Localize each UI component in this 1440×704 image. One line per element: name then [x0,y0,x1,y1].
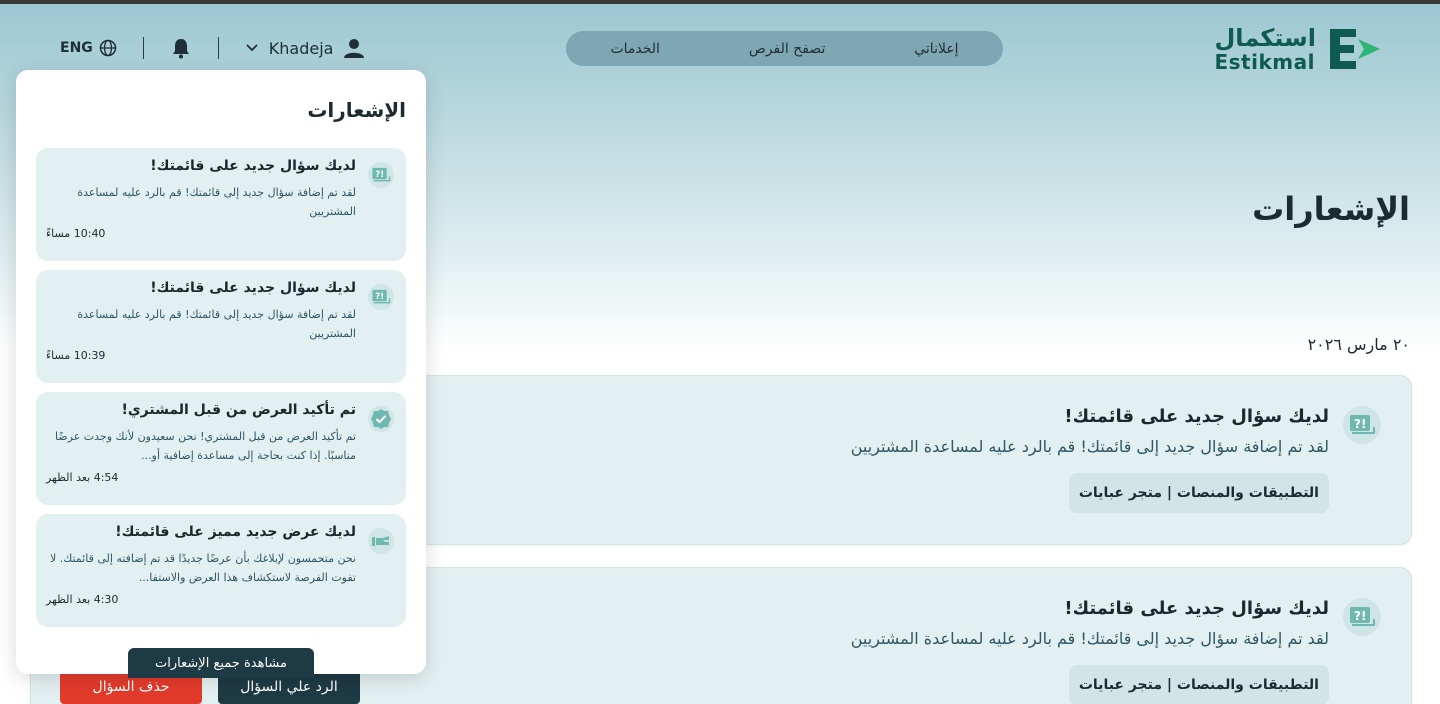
notification-item[interactable]: تم تأكيد العرض من قبل المشتري! تم تأكيد … [36,392,406,505]
logo[interactable]: استكمال Estikmal [1194,24,1384,74]
nav-my-ads[interactable]: إعلاناتي [914,41,958,57]
globe-icon [99,39,117,57]
main-nav: إعلاناتي تصفح الفرص الخدمات [566,31,1003,66]
notification-time: 10:40 مساءً [46,227,106,240]
nav-browse-opportunities[interactable]: تصفح الفرص [749,41,826,57]
panel-title: الإشعارات [307,98,406,122]
divider [217,37,219,59]
offer-icon [368,528,394,554]
date-label: ٢٠ مارس ٢٠٢٦ [1307,335,1410,354]
card-description: لقد تم إضافة سؤال جديد إلى قائمتك! قم با… [850,437,1329,456]
notification-description: لقد تم إضافة سؤال جديد إلى قائمتك! قم با… [77,308,356,340]
notification-item[interactable]: ?! لديك سؤال جديد على قائمتك! لقد تم إضا… [36,148,406,261]
card-tag: التطبيقات والمنصات | متجر عبايات [1068,665,1329,704]
window-top-border [0,0,1440,4]
card-title: لديك سؤال جديد على قائمتك! [1064,598,1329,619]
question-icon: ?! [368,284,394,310]
logo-text: استكمال Estikmal [1214,26,1316,72]
notifications-dropdown: الإشعارات ?! لديك سؤال جديد على قائمتك! … [16,70,426,678]
svg-text:?!: ?! [375,170,384,180]
language-label: ENG [60,40,93,56]
logo-english: Estikmal [1214,50,1315,74]
verified-icon [368,406,394,432]
card-tag: التطبيقات والمنصات | متجر عبايات [1068,473,1329,513]
user-area: ENG Khadeja [60,32,365,64]
divider [142,37,144,59]
notification-time: 4:54 بعد الظهر [46,471,119,484]
language-switch[interactable]: ENG [60,39,117,57]
svg-text:?!: ?! [1354,609,1366,623]
nav-services[interactable]: الخدمات [610,41,660,57]
view-all-notifications-button[interactable]: مشاهدة جميع الإشعارات [128,648,314,678]
user-icon [344,39,365,58]
page-title: الإشعارات [1252,190,1410,228]
notification-item[interactable]: لديك عرض جديد مميز على قائمتك! نحن متحمس… [36,514,406,627]
notification-item[interactable]: ?! لديك سؤال جديد على قائمتك! لقد تم إضا… [36,270,406,383]
notification-time: 10:39 مساءً [46,349,106,362]
notification-title: تم تأكيد العرض من قبل المشتري! [121,402,356,418]
notification-title: لديك سؤال جديد على قائمتك! [150,280,356,296]
user-menu[interactable]: Khadeja [245,37,366,59]
user-name: Khadeja [268,38,334,58]
notification-time: 4:30 بعد الظهر [46,593,119,606]
card-title: لديك سؤال جديد على قائمتك! [1064,406,1329,427]
svg-text:?!: ?! [1354,417,1366,431]
card-description: لقد تم إضافة سؤال جديد إلى قائمتك! قم با… [850,629,1329,648]
notification-description: لقد تم إضافة سؤال جديد إلى قائمتك! قم با… [77,186,356,218]
question-icon: ?! [1343,406,1381,444]
notification-description: تم تأكيد العرض من قبل المشتري! نحن سعيدو… [54,430,356,462]
logo-arabic: استكمال [1214,24,1316,52]
logo-mark-icon [1330,29,1380,69]
chevron-down-icon [246,44,258,52]
question-icon: ?! [368,162,394,188]
notification-description: نحن متحمسون لإبلاغك بأن عرضًا جديدًا قد … [49,552,356,584]
notification-title: لديك سؤال جديد على قائمتك! [150,158,356,174]
svg-text:?!: ?! [375,292,384,302]
question-icon: ?! [1343,598,1381,636]
notification-title: لديك عرض جديد مميز على قائمتك! [115,524,356,540]
bell-icon[interactable] [170,37,192,59]
